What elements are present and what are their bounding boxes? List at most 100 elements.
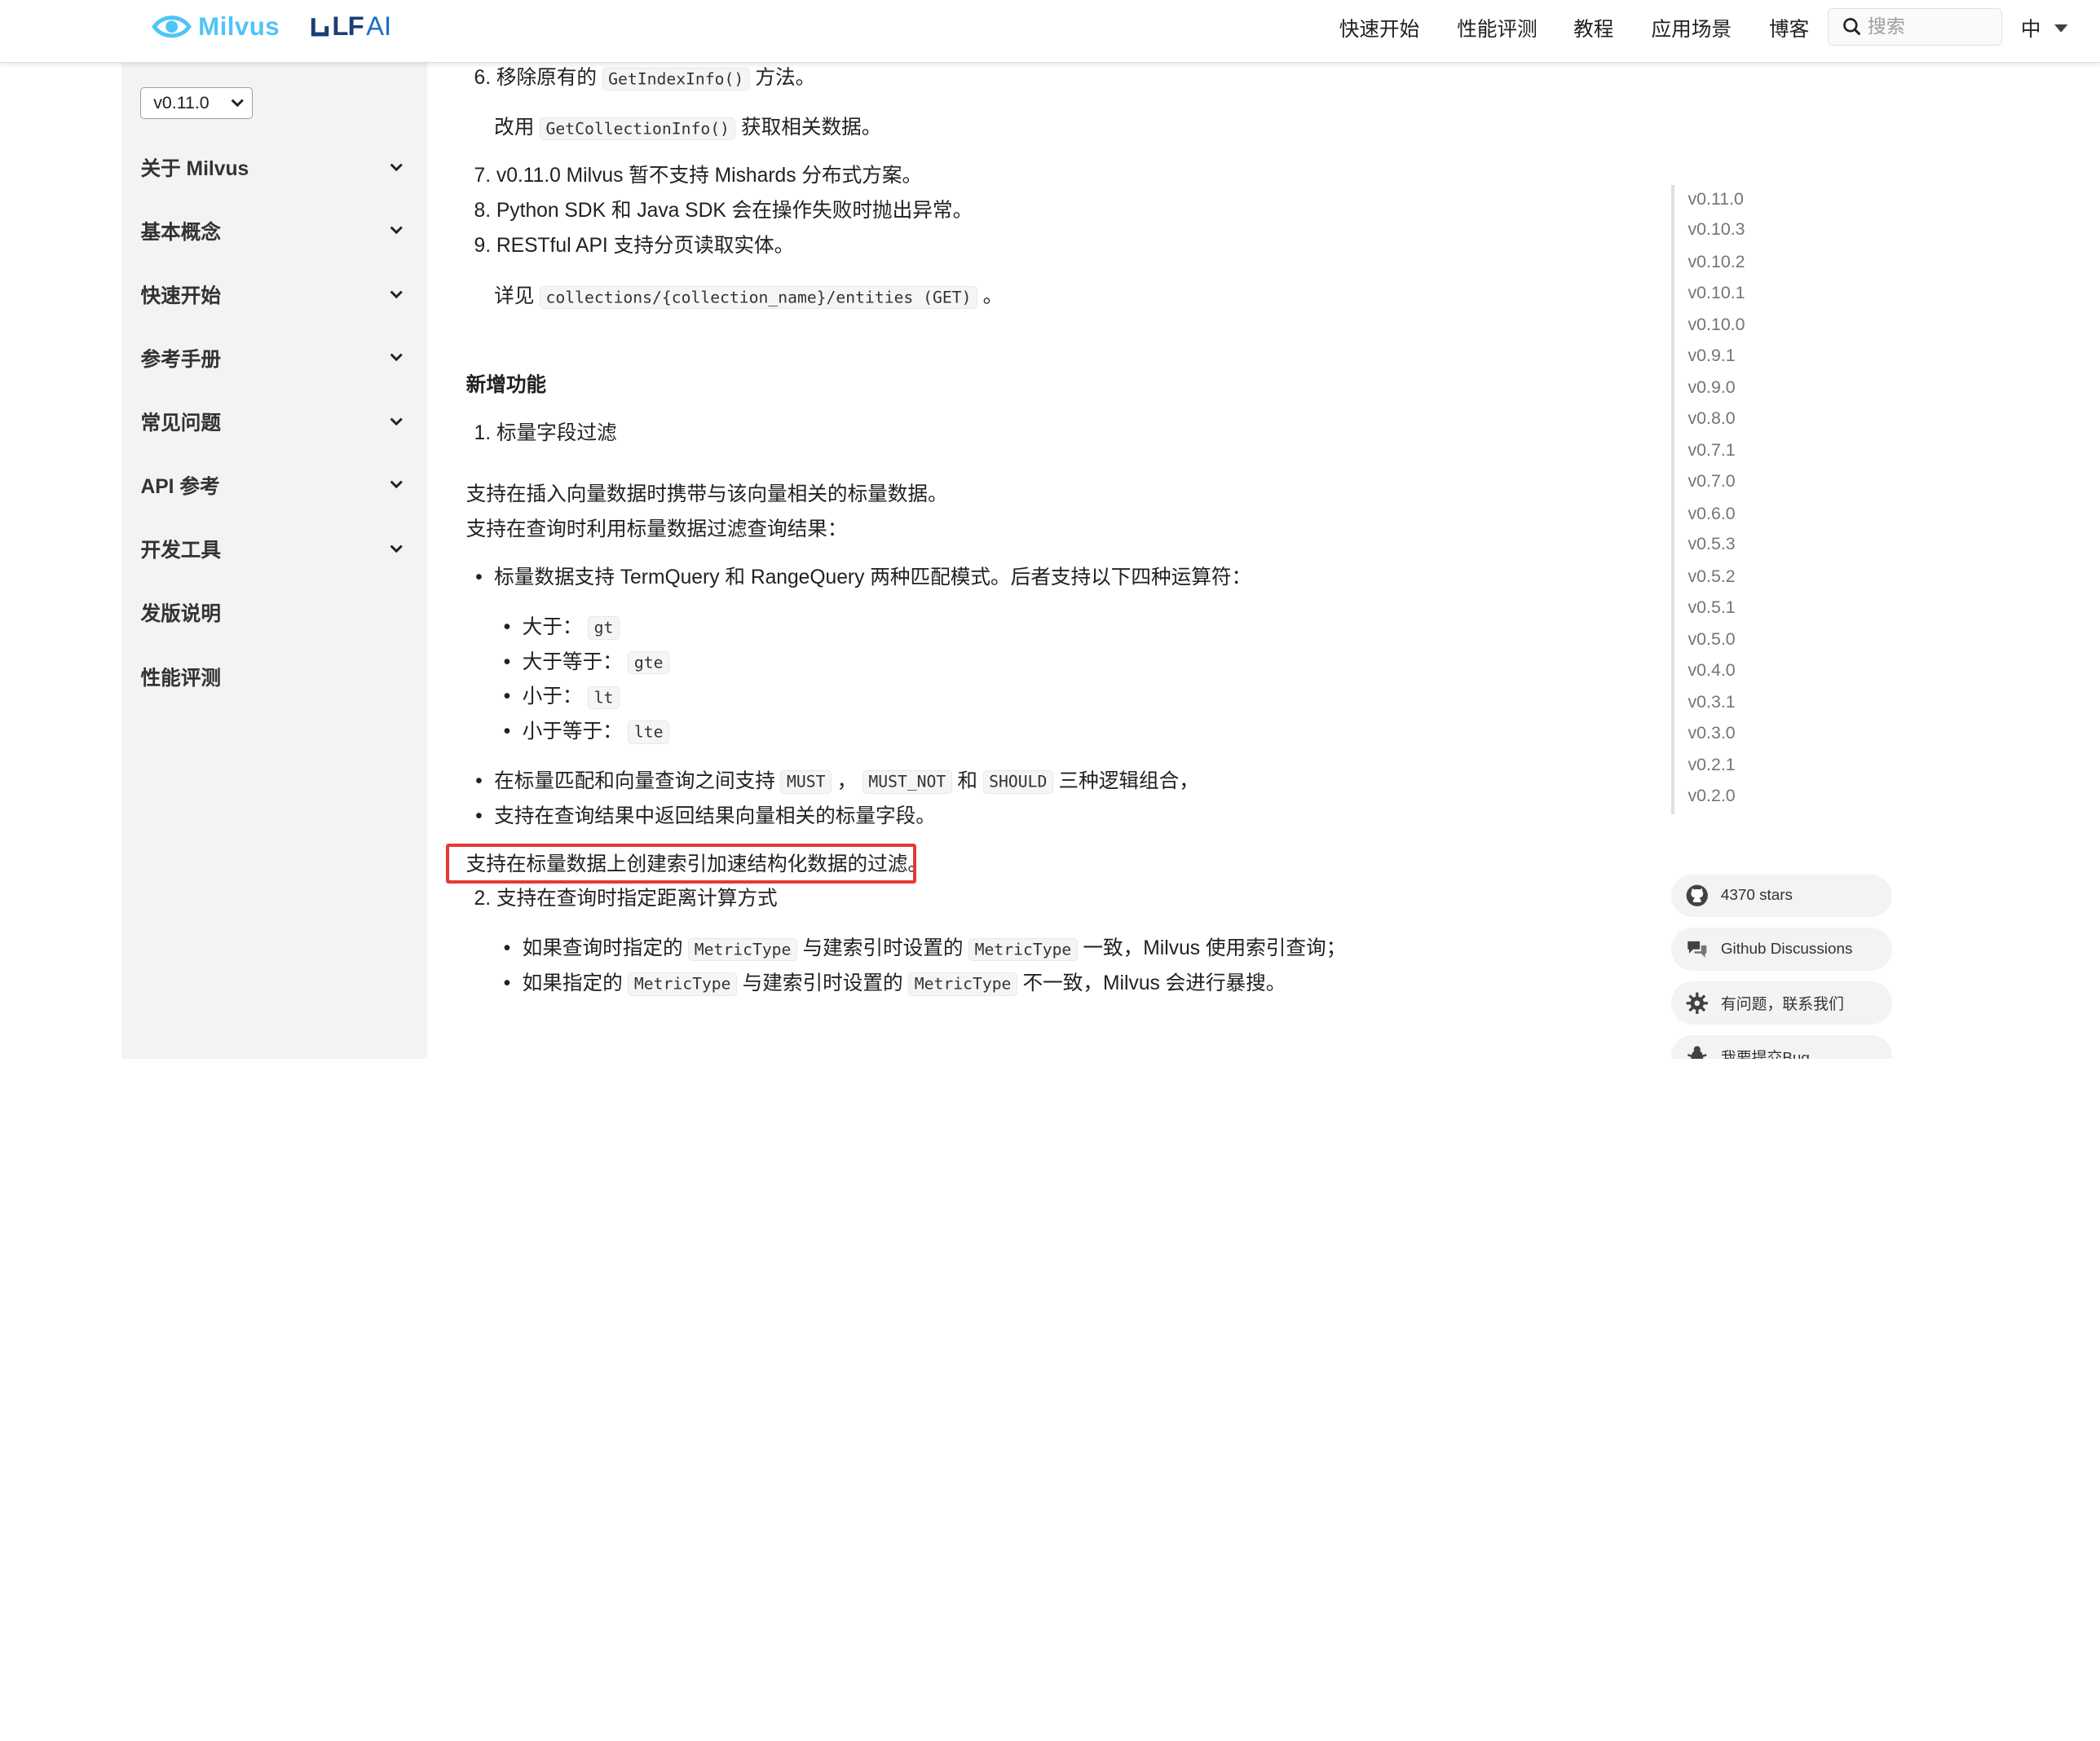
lfai-mark-icon: [311, 18, 329, 37]
search-icon: [1842, 18, 1861, 36]
version-link[interactable]: v0.7.1: [1688, 440, 1736, 461]
sidebar-item-benchmark[interactable]: 性能评测: [140, 660, 403, 692]
inline-code: GetCollectionInfo(): [539, 117, 736, 140]
sidebar-item-about[interactable]: 关于 Milvus: [140, 152, 403, 183]
inline-code: collections/{collection_name}/entities (…: [539, 285, 978, 309]
version-link[interactable]: v0.2.0: [1688, 786, 1736, 806]
action-label: 我要提交Bug: [1720, 1049, 1810, 1060]
text: 一致，Milvus 使用索引查询；: [1083, 937, 1347, 960]
version-link[interactable]: v0.10.1: [1688, 283, 1745, 303]
sidebar-item-concepts[interactable]: 基本概念: [140, 214, 403, 246]
version-link[interactable]: v0.10.2: [1688, 252, 1745, 272]
list-item-8: 8. Python SDK 和 Java SDK 会在操作失败时抛出异常。: [474, 200, 973, 223]
version-link[interactable]: v0.5.0: [1688, 629, 1736, 650]
milvus-logo[interactable]: Milvus: [151, 9, 280, 44]
lfai-logo[interactable]: LF AI: [311, 11, 391, 42]
inline-code: gte: [628, 651, 670, 675]
bullet-item: 在标量匹配和向量查询之间支持MUST，MUST_NOT和SHOULD三种逻辑组合…: [475, 769, 1199, 796]
sidebar-item-api[interactable]: API 参考: [140, 469, 403, 500]
sidebar-item-label: 常见问题: [140, 412, 221, 435]
version-link[interactable]: v0.5.2: [1688, 566, 1736, 587]
sidebar-item-reference[interactable]: 参考手册: [140, 342, 403, 373]
inline-code: MetricType: [908, 972, 1017, 996]
text: 方法。: [755, 67, 816, 90]
text: 如果指定的: [522, 972, 623, 994]
metric-item: 如果查询时指定的MetricType与建索引时设置的MetricType一致，M…: [504, 936, 1347, 963]
text: 在标量匹配和向量查询之间支持: [494, 769, 775, 792]
sidebar-item-label: 性能评测: [140, 667, 221, 690]
section-heading: 新增功能: [465, 373, 547, 396]
inline-code: MetricType: [628, 972, 738, 996]
version-link[interactable]: v0.6.0: [1688, 504, 1736, 524]
github-discussions-button[interactable]: Github Discussions: [1671, 928, 1893, 971]
sidebar-item-faq[interactable]: 常见问题: [140, 406, 403, 438]
version-list: v0.11.0 v0.10.3 v0.10.2 v0.10.1 v0.10.0 …: [1671, 184, 1832, 814]
nav-benchmark[interactable]: 性能评测: [1457, 13, 1538, 42]
github-stars-button[interactable]: 4370 stars: [1671, 874, 1893, 918]
nav-quickstart[interactable]: 快速开始: [1339, 13, 1420, 42]
operator-label: 大于：: [522, 615, 583, 638]
search-input[interactable]: [1867, 15, 1995, 38]
sidebar-item-devtools[interactable]: 开发工具: [140, 533, 403, 565]
nav-use-cases[interactable]: 应用场景: [1651, 13, 1732, 42]
chevron-down-icon: [390, 544, 403, 553]
chevron-down-icon: [390, 163, 403, 171]
feature-item-2: 2. 支持在查询时指定距离计算方式: [474, 888, 778, 910]
version-link[interactable]: v0.4.0: [1688, 660, 1736, 681]
sidebar-item-release-notes[interactable]: 发版说明: [140, 596, 403, 628]
version-link[interactable]: v0.8.0: [1688, 408, 1736, 429]
inline-code: MUST_NOT: [862, 770, 952, 794]
version-link[interactable]: v0.10.0: [1688, 315, 1745, 335]
chat-icon: [1687, 941, 1706, 958]
article-content: 6. 移除原有的 GetIndexInfo() 方法。 改用 GetCollectio…: [466, 63, 1645, 1059]
inline-code: MetricType: [968, 937, 1078, 961]
version-link[interactable]: v0.2.1: [1688, 755, 1736, 775]
operator-item: 小于：lt: [504, 684, 625, 712]
text: 移除原有的: [496, 67, 598, 90]
list-item-6: 6. 移除原有的 GetIndexInfo() 方法。: [474, 65, 816, 93]
version-select[interactable]: v0.11.0: [140, 86, 254, 120]
text: 详见: [494, 285, 535, 308]
sidebar-item-label: API 参考: [140, 475, 220, 498]
text: 。: [982, 285, 1004, 308]
inline-code: MetricType: [688, 937, 797, 961]
text: 获取相关数据。: [741, 117, 882, 139]
sidebar-item-label: 关于 Milvus: [140, 158, 249, 181]
operator-item: 大于：gt: [504, 615, 625, 642]
version-link[interactable]: v0.10.3: [1688, 219, 1745, 240]
list-item-7: 7. v0.11.0 Milvus 暂不支持 Mishards 分布式方案。: [474, 165, 923, 187]
milvus-eye-icon: [151, 15, 192, 38]
version-link[interactable]: v0.9.1: [1688, 346, 1736, 366]
nav-blog[interactable]: 博客: [1769, 13, 1809, 42]
action-label: 有问题，联系我们: [1720, 995, 1844, 1013]
text: ，: [836, 769, 858, 792]
language-label: 中: [2020, 19, 2041, 42]
version-link[interactable]: v0.5.1: [1688, 597, 1736, 618]
version-link[interactable]: v0.5.3: [1688, 534, 1736, 554]
search-box[interactable]: [1828, 7, 2002, 46]
chevron-down-icon: [390, 290, 403, 298]
caret-down-icon: [2054, 24, 2068, 33]
version-link[interactable]: v0.3.0: [1688, 723, 1736, 743]
chevron-down-icon: [390, 226, 403, 235]
version-link[interactable]: v0.9.0: [1688, 377, 1736, 398]
sidebar-item-label: 基本概念: [140, 221, 221, 244]
version-link[interactable]: v0.11.0: [1688, 189, 1744, 209]
contact-us-button[interactable]: 有问题，联系我们: [1671, 981, 1893, 1025]
action-label: 4370 stars: [1720, 886, 1793, 904]
lfai-lf-text: LF: [332, 11, 364, 42]
github-icon: [1686, 884, 1708, 907]
text: 不一致，Milvus 会进行暴搜。: [1022, 972, 1286, 994]
inline-code: lt: [588, 685, 620, 710]
language-switcher[interactable]: 中: [2020, 13, 2068, 42]
sidebar-item-quickstart[interactable]: 快速开始: [140, 279, 403, 311]
inline-code: gt: [588, 616, 620, 640]
sidebar-item-label: 开发工具: [140, 540, 221, 562]
version-link[interactable]: v0.7.0: [1688, 471, 1736, 491]
version-link[interactable]: v0.3.1: [1688, 692, 1736, 712]
nav-tutorials[interactable]: 教程: [1573, 13, 1613, 42]
report-bug-button[interactable]: 我要提交Bug: [1671, 1034, 1893, 1060]
text: 与建索引时设置的: [742, 972, 903, 994]
highlighted-paragraph: 支持在标量数据上创建索引加速结构化数据的过滤。: [465, 853, 929, 875]
list-number: 6.: [474, 67, 492, 90]
